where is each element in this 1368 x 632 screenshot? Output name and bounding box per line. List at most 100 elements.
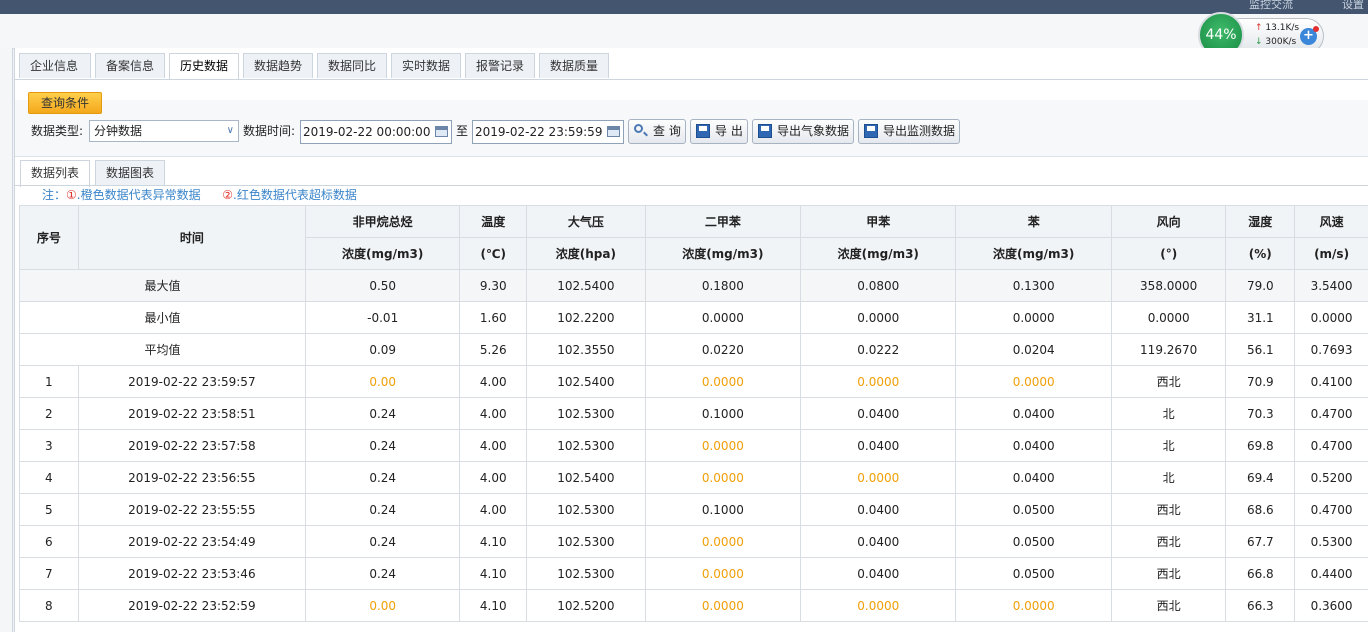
table-row[interactable]: 8 2019-02-22 23:52:59 0.00 4.10 102.5200 0.00… (19, 589, 1368, 622)
tab-data-compare[interactable]: 数据同比 (317, 53, 387, 78)
table-cell: 0.0400 (955, 397, 1112, 430)
table-cell: 0.0400 (800, 429, 957, 462)
table-row[interactable]: 7 2019-02-22 23:53:46 0.24 4.10 102.5300 0.00… (19, 557, 1368, 590)
table-cell: 0.0400 (955, 461, 1112, 494)
row-seq: 5 (19, 493, 79, 526)
end-time-input[interactable]: 2019-02-22 23:59:59 (472, 120, 624, 144)
table-cell: 0.0500 (955, 525, 1112, 558)
export-monitor-button[interactable]: 导出监测数据 (858, 119, 960, 144)
tab-data-quality[interactable]: 数据质量 (539, 53, 609, 78)
data-type-select[interactable]: 分钟数据 ∨ (89, 120, 239, 142)
toolbar-strip (0, 14, 1368, 49)
tab-filing-info[interactable]: 备案信息 (95, 53, 165, 78)
range-separator: 至 (456, 124, 469, 138)
table-cell: 0.5200 (1294, 461, 1368, 494)
table-cell: 0.0000 (1110, 301, 1227, 334)
table-cell: 56.1 (1225, 333, 1296, 366)
top-link-forum[interactable]: 监控交流 (1249, 0, 1293, 12)
table-cell: 67.7 (1225, 525, 1296, 558)
table-row[interactable]: 1 2019-02-22 23:59:57 0.00 4.00 102.5400 0.00… (19, 365, 1368, 398)
table-cell: 0.0500 (955, 557, 1112, 590)
table-cell: 4.10 (459, 525, 528, 558)
start-time-input[interactable]: 2019-02-22 00:00:00 (300, 120, 452, 144)
tab-alarm-records[interactable]: 报警记录 (465, 53, 535, 78)
row-time: 2019-02-22 23:58:51 (77, 397, 306, 430)
table-cell: 0.7693 (1294, 333, 1368, 366)
table-cell: 北 (1110, 397, 1227, 430)
calendar-icon[interactable] (607, 126, 620, 137)
table-row[interactable]: 2 2019-02-22 23:58:51 0.24 4.00 102.5300 0.10… (19, 397, 1368, 430)
table-cell: 358.0000 (1110, 269, 1227, 302)
notification-dot-icon (1313, 26, 1319, 32)
tab-data-chart[interactable]: 数据图表 (95, 160, 165, 185)
query-panel: 查询条件 数据类型: 分钟数据 ∨ 数据时间: 2019-02-22 00:00… (15, 92, 1368, 157)
table-cell: 0.1300 (955, 269, 1112, 302)
row-time: 2019-02-22 23:52:59 (77, 589, 306, 622)
data-table-container: 序号 时间 非甲烷总烃 温度 大气压 二甲苯 甲苯苯风向 湿度 风速 浓度(mg/m3) (℃… (19, 205, 1368, 622)
table-cell: 4.10 (459, 589, 528, 622)
export-button[interactable]: 导 出 (690, 119, 748, 144)
table-cell: 9.30 (459, 269, 528, 302)
table-row[interactable]: 5 2019-02-22 23:55:55 0.24 4.00 102.5300 0.10… (19, 493, 1368, 526)
table-cell: 3.5400 (1294, 269, 1368, 302)
table-row[interactable]: 6 2019-02-22 23:54:49 0.24 4.10 102.5300 0.00… (19, 525, 1368, 558)
table-cell: 0.00 (304, 365, 461, 398)
table-cell: 0.0000 (955, 365, 1112, 398)
tab-data-list[interactable]: 数据列表 (20, 160, 90, 187)
table-cell: 4.00 (459, 429, 528, 462)
table-cell: 0.0400 (955, 429, 1112, 462)
table-cell: 0.5300 (1294, 525, 1368, 558)
table-cell: 0.0204 (955, 333, 1112, 366)
table-cell: 0.0000 (644, 589, 802, 622)
table-cell: 66.3 (1225, 589, 1296, 622)
left-collapse-bar[interactable] (0, 48, 13, 632)
header-unit: (%) (1225, 237, 1296, 270)
table-cell: 西北 (1110, 525, 1227, 558)
table-cell: 0.0222 (800, 333, 957, 366)
tab-company-info[interactable]: 企业信息 (19, 53, 91, 78)
table-cell: 0.0000 (644, 525, 802, 558)
table-cell: 4.00 (459, 461, 528, 494)
upload-rate: ↑ 13.1K/s (1255, 23, 1300, 33)
stat-row: 最小值 -0.01 1.60 102.2200 0.0000 0.0000 0.0000 0.… (19, 301, 1368, 334)
calendar-icon[interactable] (435, 126, 448, 137)
table-cell: 69.4 (1225, 461, 1296, 494)
tab-history-data[interactable]: 历史数据 (169, 53, 239, 80)
start-time-value: 2019-02-22 00:00:00 (303, 125, 431, 139)
top-link-settings[interactable]: 设置 (1342, 0, 1364, 12)
search-button[interactable]: 查 询 (628, 119, 686, 144)
data-type-value: 分钟数据 (94, 124, 143, 138)
table-cell: 0.24 (304, 397, 461, 430)
data-time-label: 数据时间: (243, 124, 296, 138)
table-cell: 0.50 (304, 269, 461, 302)
table-cell: 1.60 (459, 301, 528, 334)
row-seq: 6 (19, 525, 79, 558)
table-cell: 4.00 (459, 397, 528, 430)
table-cell: 0.4400 (1294, 557, 1368, 590)
tab-realtime-data[interactable]: 实时数据 (391, 53, 461, 78)
table-cell: 北 (1110, 429, 1227, 462)
tab-data-trend[interactable]: 数据趋势 (243, 53, 313, 78)
chevron-down-icon[interactable]: ∨ (227, 121, 234, 141)
table-cell: 119.2670 (1110, 333, 1227, 366)
table-row[interactable]: 3 2019-02-22 23:57:58 0.24 4.00 102.5300 0.00… (19, 429, 1368, 462)
table-cell: 0.1000 (644, 397, 802, 430)
table-cell: 0.0000 (800, 589, 957, 622)
header-group: 风向 (1110, 205, 1227, 238)
table-cell: 102.5400 (526, 461, 646, 494)
table-cell: 北 (1110, 461, 1227, 494)
table-cell: 102.5300 (526, 429, 646, 462)
stat-label: 平均值 (19, 333, 306, 366)
table-cell: 66.8 (1225, 557, 1296, 590)
table-cell: 0.1000 (644, 493, 802, 526)
table-cell: 102.2200 (526, 301, 646, 334)
table-cell: 4.00 (459, 365, 528, 398)
table-cell: 68.6 (1225, 493, 1296, 526)
table-cell: 79.0 (1225, 269, 1296, 302)
table-cell: 0.24 (304, 429, 461, 462)
table-cell: 102.3550 (526, 333, 646, 366)
table-cell: 0.24 (304, 461, 461, 494)
export-weather-button[interactable]: 导出气象数据 (752, 119, 854, 144)
row-time: 2019-02-22 23:55:55 (77, 493, 306, 526)
table-row[interactable]: 4 2019-02-22 23:56:55 0.24 4.00 102.5400 0.00… (19, 461, 1368, 494)
